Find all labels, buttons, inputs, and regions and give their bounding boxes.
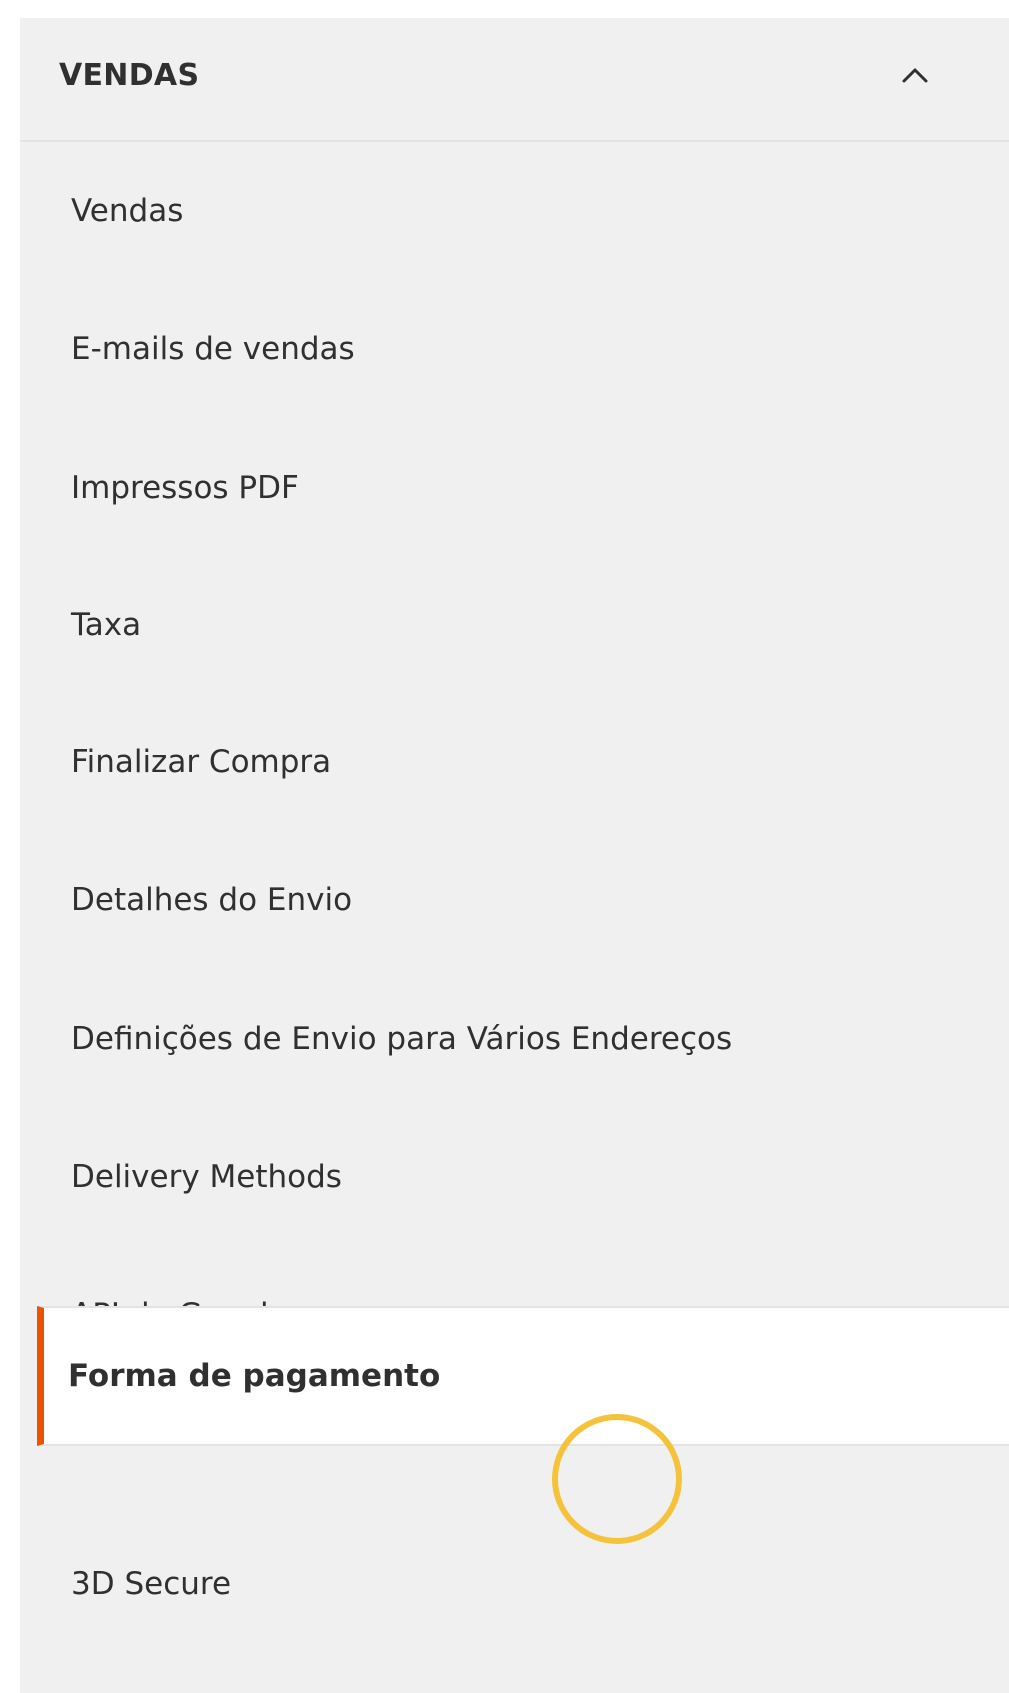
nav-item-label: Taxa	[71, 607, 142, 643]
nav-item-label: Vendas	[71, 193, 184, 229]
section-title: VENDAS	[59, 58, 200, 93]
nav-item-label: Delivery Methods	[71, 1159, 342, 1195]
nav-item-forma-de-pagamento[interactable]: Forma de pagamento	[37, 1306, 1009, 1446]
nav-item-label: Detalhes do Envio	[71, 882, 353, 918]
nav-item-taxa[interactable]: Taxa	[20, 556, 1009, 694]
config-sidebar-panel: VENDAS Vendas E-mails de vendas Impresso…	[20, 18, 1009, 1693]
nav-item-detalhes-do-envio[interactable]: Detalhes do Envio	[20, 831, 1009, 969]
chevron-up-icon[interactable]	[893, 54, 937, 98]
nav-item-label: Definições de Envio para Vários Endereço…	[71, 1021, 733, 1057]
nav-item-3d-secure[interactable]: 3D Secure	[20, 1515, 1009, 1653]
nav-item-label: Impressos PDF	[71, 470, 299, 506]
section-header-vendas[interactable]: VENDAS	[20, 18, 1009, 142]
nav-item-label: 3D Secure	[71, 1566, 232, 1602]
nav-item-definicoes-envio-varios-enderecos[interactable]: Definições de Envio para Vários Endereço…	[20, 970, 1009, 1108]
nav-item-delivery-methods[interactable]: Delivery Methods	[20, 1108, 1009, 1246]
nav-item-finalizar-compra[interactable]: Finalizar Compra	[20, 693, 1009, 831]
nav-item-label: E-mails de vendas	[71, 331, 355, 367]
nav-item-emails-de-vendas[interactable]: E-mails de vendas	[20, 280, 1009, 418]
nav-item-vendas[interactable]: Vendas	[20, 142, 1009, 280]
nav-item-label: Forma de pagamento	[68, 1358, 441, 1394]
nav-item-label: Finalizar Compra	[71, 744, 332, 780]
nav-item-impressos-pdf[interactable]: Impressos PDF	[20, 419, 1009, 557]
